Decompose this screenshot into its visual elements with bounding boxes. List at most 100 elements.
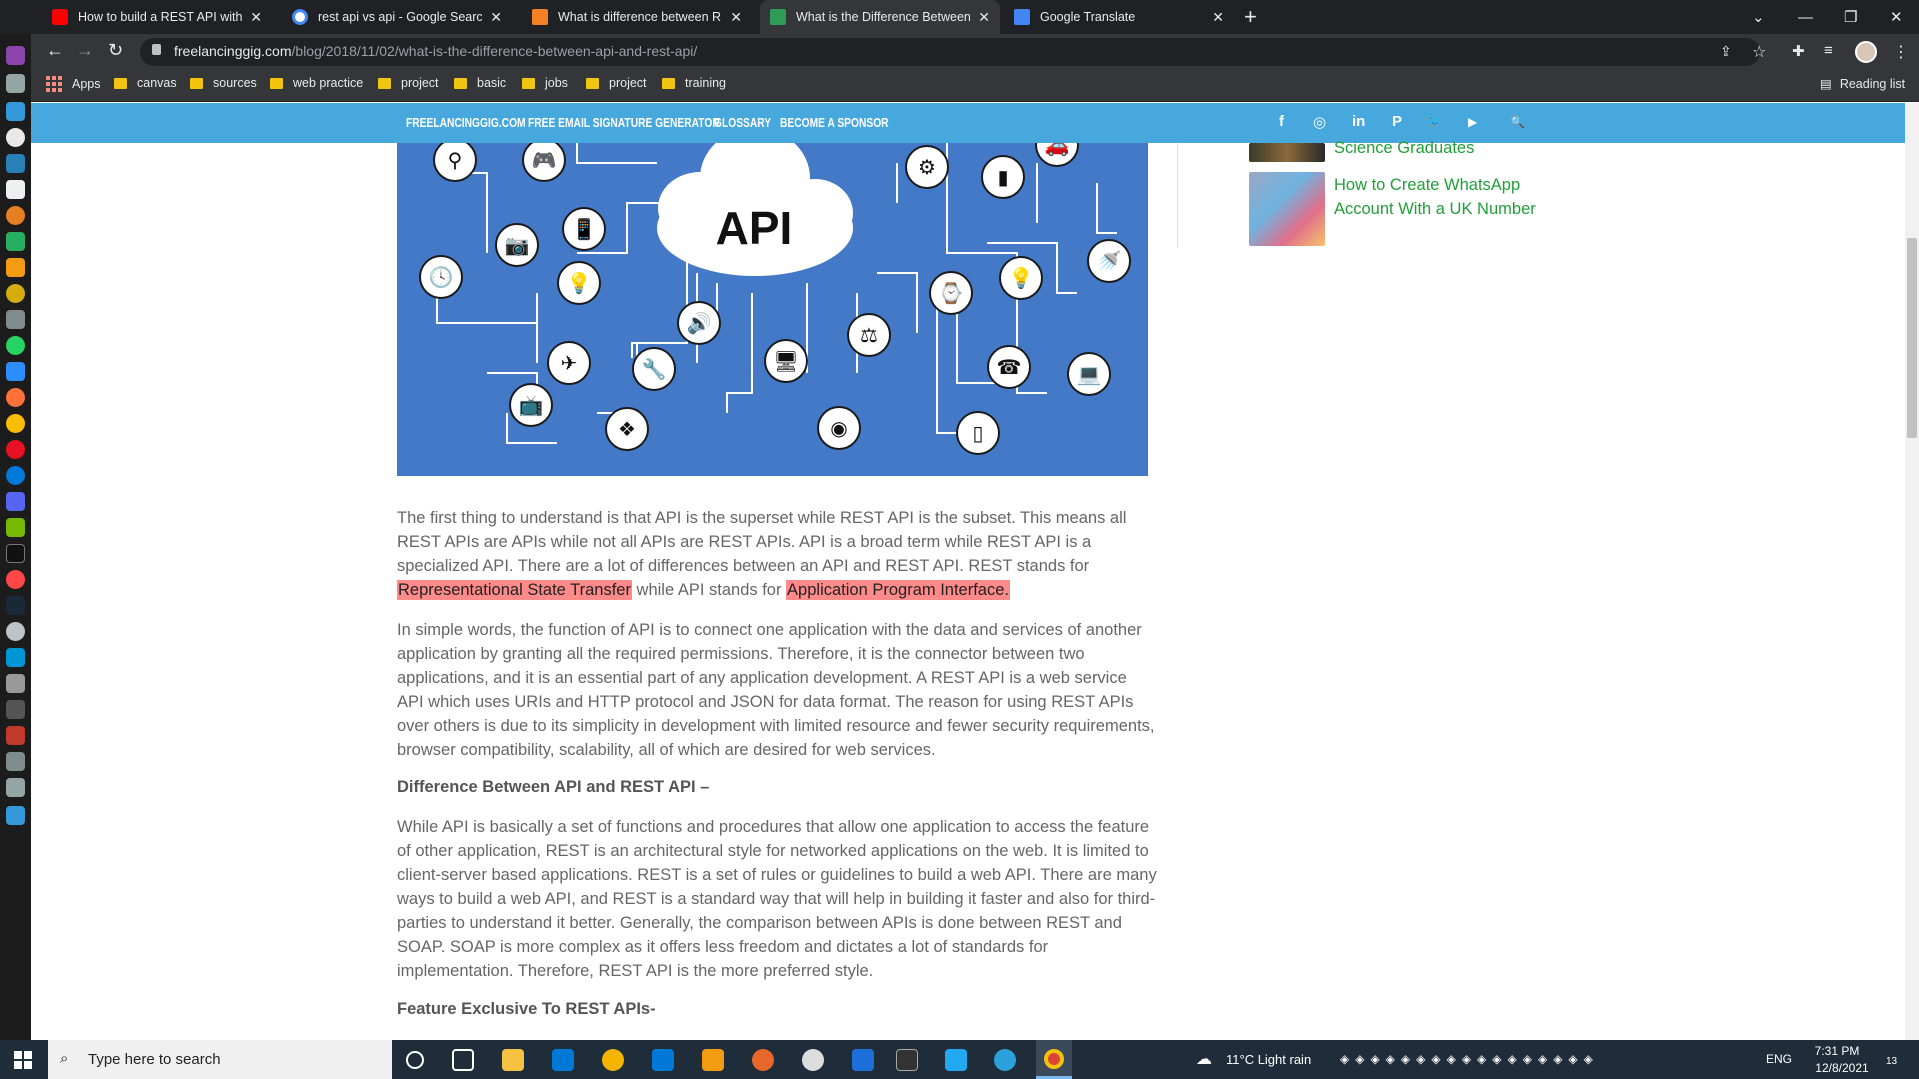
scrollbar-thumb[interactable] bbox=[1907, 238, 1917, 438]
bookmark-sources[interactable]: sources bbox=[190, 76, 257, 90]
back-button[interactable]: ← bbox=[46, 40, 64, 61]
search-icon[interactable]: 🔍 bbox=[1510, 115, 1525, 129]
close-icon[interactable]: ✕ bbox=[730, 9, 742, 26]
youtube-icon[interactable]: ▶ bbox=[1468, 115, 1477, 129]
dock-app-icon[interactable] bbox=[6, 622, 25, 641]
bookmark-project-2[interactable]: project bbox=[586, 76, 647, 90]
notification-count[interactable]: 13 bbox=[1886, 1056, 1897, 1067]
dock-app-icon[interactable] bbox=[6, 700, 25, 719]
close-icon[interactable]: ✕ bbox=[490, 9, 502, 26]
dock-app-icon[interactable] bbox=[6, 74, 25, 93]
sidebar-link-science-graduates[interactable]: Science Graduates bbox=[1334, 136, 1474, 160]
dock-app-icon[interactable] bbox=[6, 674, 25, 693]
dock-app-icon[interactable] bbox=[6, 726, 25, 745]
facebook-icon[interactable]: f bbox=[1279, 113, 1284, 130]
new-tab-button[interactable]: + bbox=[1244, 4, 1257, 30]
reload-button[interactable]: ↻ bbox=[108, 40, 123, 61]
nvidia-icon[interactable] bbox=[6, 518, 25, 537]
dock-app-icon[interactable] bbox=[6, 310, 25, 329]
url-text[interactable]: freelancinggig.com/blog/2018/11/02/what-… bbox=[174, 43, 697, 59]
taskbar-app-icon[interactable] bbox=[852, 1049, 874, 1071]
zoom-icon[interactable] bbox=[6, 362, 25, 381]
tab-google-search[interactable]: rest api vs api - Google Search ✕ bbox=[282, 0, 512, 34]
instagram-icon[interactable]: ◎ bbox=[1313, 113, 1326, 131]
download-arrow-icon[interactable] bbox=[6, 806, 25, 825]
tab-active-article[interactable]: What is the Difference Between A ✕ bbox=[760, 0, 1000, 34]
extensions-icon[interactable]: ✚ bbox=[1792, 42, 1805, 60]
bookmark-canvas[interactable]: canvas bbox=[114, 76, 177, 90]
taskbar-search-input[interactable]: Type here to search bbox=[48, 1040, 392, 1079]
tab-youtube[interactable]: How to build a REST API with No✕ bbox=[42, 0, 272, 34]
whatsapp-icon[interactable] bbox=[6, 336, 25, 355]
task-view-icon[interactable] bbox=[452, 1049, 474, 1071]
vscode-icon[interactable] bbox=[945, 1049, 967, 1071]
nav-email-signature-link[interactable]: FREE EMAIL SIGNATURE GENERATOR bbox=[528, 116, 720, 130]
opera-icon[interactable] bbox=[6, 440, 25, 459]
obs-icon[interactable] bbox=[802, 1049, 824, 1071]
media-control-icon[interactable]: ≡ bbox=[1824, 42, 1833, 59]
menu-kebab-icon[interactable]: ⋮ bbox=[1893, 42, 1909, 62]
sidebar-thumbnail-whatsapp[interactable] bbox=[1249, 172, 1325, 246]
dock-app-icon[interactable] bbox=[6, 284, 25, 303]
bookmark-star-icon[interactable]: ☆ bbox=[1752, 42, 1766, 62]
close-icon[interactable]: ✕ bbox=[250, 9, 262, 26]
dock-app-icon[interactable] bbox=[6, 648, 25, 667]
firefox-icon[interactable] bbox=[6, 388, 25, 407]
bookmark-apps[interactable]: Apps bbox=[46, 76, 101, 92]
dock-app-icon[interactable] bbox=[6, 102, 25, 121]
dock-app-icon[interactable] bbox=[6, 778, 25, 797]
store-icon[interactable] bbox=[552, 1049, 574, 1071]
bookmark-project[interactable]: project bbox=[378, 76, 439, 90]
dock-app-icon[interactable] bbox=[6, 206, 25, 225]
tab-google-translate[interactable]: Google Translate ✕ bbox=[1004, 0, 1234, 34]
cortana-icon[interactable] bbox=[406, 1051, 424, 1069]
forward-button[interactable]: → bbox=[76, 40, 94, 61]
file-explorer-icon[interactable] bbox=[502, 1049, 524, 1071]
sidebar-thumbnail[interactable] bbox=[1249, 143, 1325, 162]
windows-start-icon[interactable] bbox=[14, 1051, 32, 1069]
steam-icon[interactable] bbox=[6, 596, 25, 615]
discord-icon[interactable] bbox=[6, 492, 25, 511]
chrome-icon[interactable] bbox=[6, 414, 25, 433]
clock-date[interactable]: 12/8/2021 bbox=[1812, 1061, 1872, 1075]
weather-text[interactable]: 11°C Light rain bbox=[1226, 1052, 1311, 1067]
close-icon[interactable]: ✕ bbox=[1212, 9, 1224, 26]
dock-app-icon[interactable] bbox=[6, 128, 25, 147]
taskbar-app-icon[interactable] bbox=[752, 1049, 774, 1071]
epic-games-icon[interactable] bbox=[6, 544, 25, 563]
bookmark-basic[interactable]: basic bbox=[454, 76, 506, 90]
bookmark-training[interactable]: training bbox=[662, 76, 726, 90]
reading-list-button[interactable]: ▤ Reading list bbox=[1820, 76, 1905, 92]
close-icon[interactable]: ✕ bbox=[978, 9, 990, 26]
language-indicator[interactable]: ENG bbox=[1766, 1052, 1792, 1066]
taskbar-app-icon[interactable] bbox=[602, 1049, 624, 1071]
dock-app-icon[interactable] bbox=[6, 752, 25, 771]
nav-home-link[interactable]: FREELANCINGGIG.COM bbox=[406, 116, 526, 130]
system-tray-icons[interactable]: ◈◈◈◈◈◈◈◈◈◈◈◈◈◈◈◈◈ bbox=[1340, 1052, 1599, 1066]
twitter-icon[interactable]: 🐦 bbox=[1426, 113, 1442, 129]
ea-icon[interactable] bbox=[6, 570, 25, 589]
vlc-icon[interactable] bbox=[702, 1049, 724, 1071]
linkedin-icon[interactable]: in bbox=[1352, 113, 1365, 130]
chrome-taskbar-button[interactable] bbox=[1036, 1040, 1072, 1079]
minimize-button[interactable]: — bbox=[1798, 0, 1813, 34]
dock-app-icon[interactable] bbox=[6, 232, 25, 251]
pinterest-icon[interactable]: P bbox=[1392, 113, 1402, 130]
profile-avatar[interactable] bbox=[1855, 41, 1877, 63]
clock-time[interactable]: 7:31 PM bbox=[1812, 1044, 1862, 1058]
restore-button[interactable]: ❐ bbox=[1844, 0, 1857, 34]
dock-app-icon[interactable] bbox=[6, 180, 25, 199]
nav-sponsor-link[interactable]: BECOME A SPONSOR bbox=[780, 116, 889, 130]
tab-search-chevron-icon[interactable]: ⌄ bbox=[1752, 0, 1765, 34]
bookmark-jobs[interactable]: jobs bbox=[522, 76, 568, 90]
share-icon[interactable]: ⇪ bbox=[1720, 43, 1732, 60]
mail-icon[interactable] bbox=[652, 1049, 674, 1071]
vlc-icon[interactable] bbox=[6, 258, 25, 277]
edge-icon[interactable] bbox=[6, 466, 25, 485]
tab-stackoverflow[interactable]: What is difference between REST✕ bbox=[522, 0, 752, 34]
terminal-icon[interactable] bbox=[896, 1049, 918, 1071]
close-window-button[interactable]: ✕ bbox=[1890, 0, 1903, 34]
bookmark-web-practice[interactable]: web practice bbox=[270, 76, 363, 90]
sidebar-link-whatsapp-uk[interactable]: How to Create WhatsApp Account With a UK… bbox=[1334, 173, 1554, 221]
telegram-icon[interactable] bbox=[994, 1049, 1016, 1071]
